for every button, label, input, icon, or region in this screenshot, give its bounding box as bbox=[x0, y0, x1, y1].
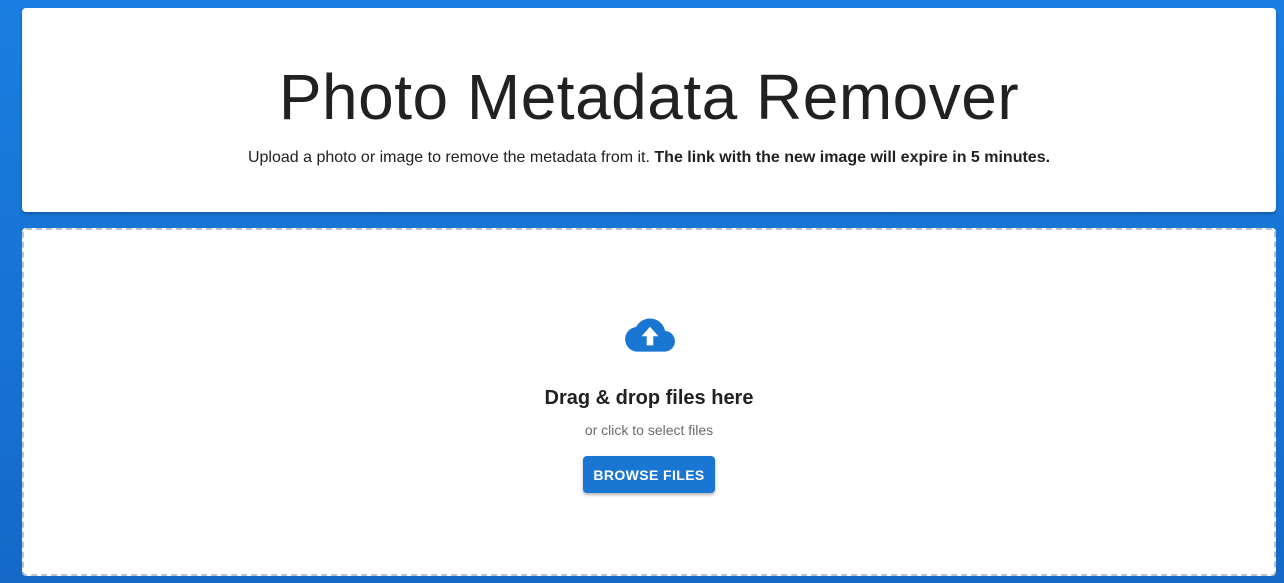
description-text: Upload a photo or image to remove the me… bbox=[247, 149, 650, 166]
browse-files-button[interactable]: BROWSE FILES bbox=[583, 456, 715, 493]
dropzone-title: Drag & drop files here bbox=[544, 387, 754, 409]
header-card: Photo Metadata Remover Upload a photo or… bbox=[22, 8, 1276, 212]
description-expiry-note: The link with the new image will expire … bbox=[654, 149, 1051, 166]
page-description: Upload a photo or image to remove the me… bbox=[22, 147, 1276, 169]
page-title: Photo Metadata Remover bbox=[278, 61, 1020, 133]
file-dropzone[interactable]: Drag & drop files here or click to selec… bbox=[22, 228, 1276, 576]
cloud-upload-icon bbox=[625, 318, 675, 352]
dropzone-subtitle: or click to select files bbox=[584, 422, 714, 438]
